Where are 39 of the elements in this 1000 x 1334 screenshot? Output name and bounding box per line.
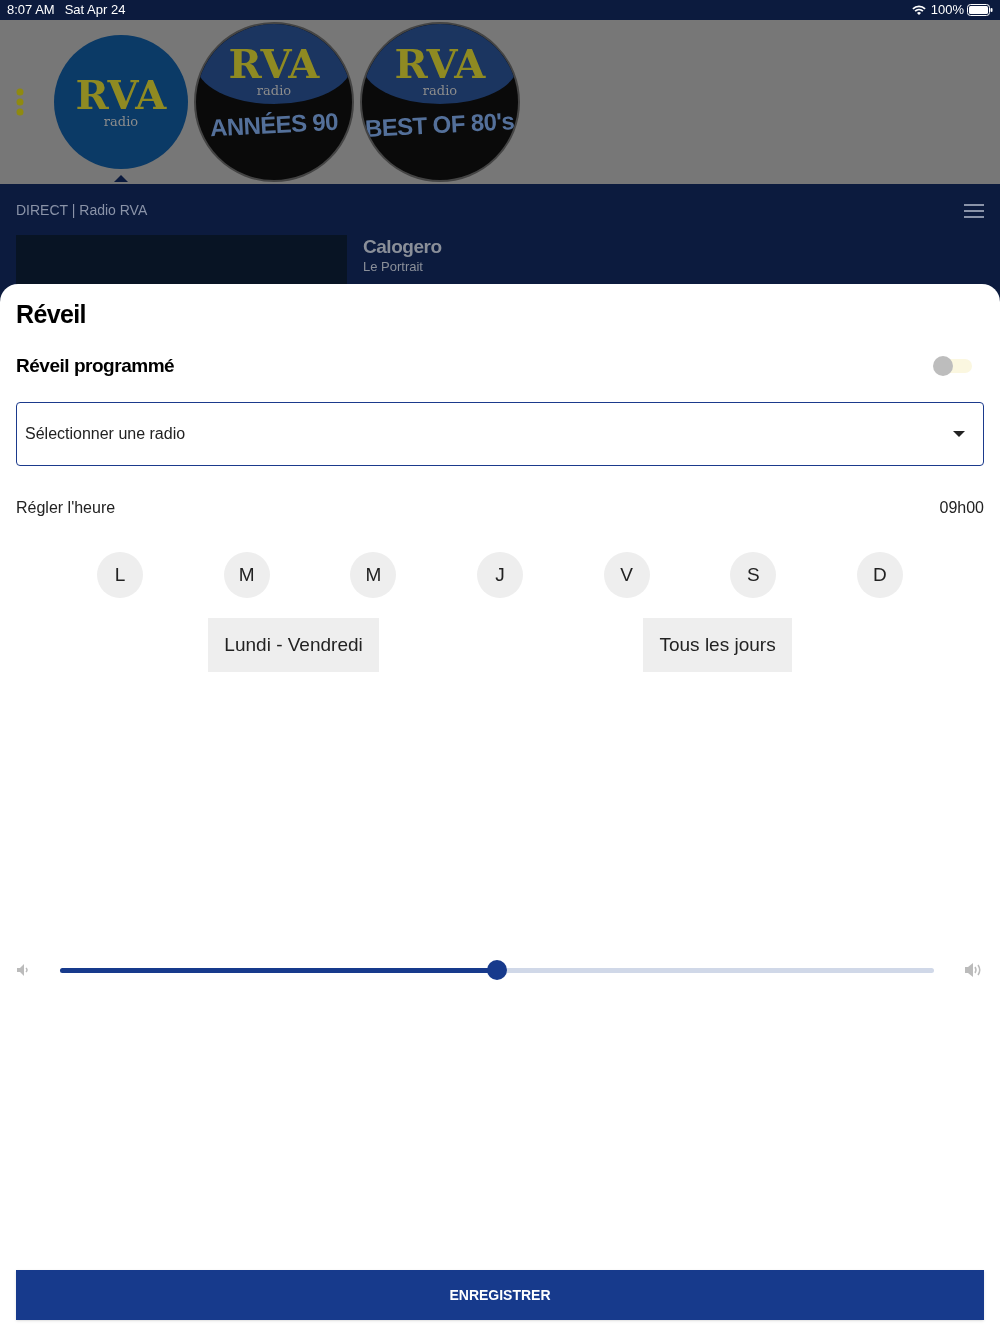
logo-brand: RVA — [228, 44, 320, 84]
logo-sub: radio — [422, 84, 458, 98]
battery-percent: 100% — [930, 1, 964, 20]
station-logo[interactable]: RVA radio ANNÉES 90 — [194, 22, 354, 182]
day-toggle[interactable]: V — [603, 552, 650, 598]
menu-icon[interactable] — [964, 203, 984, 218]
logo-name: ANNÉES 90 — [209, 108, 339, 142]
sheet-title: Réveil — [16, 299, 87, 330]
day-toggle[interactable]: M — [350, 552, 397, 598]
track-name: Le Portrait — [363, 259, 424, 274]
radio-select[interactable]: Sélectionner une radio — [16, 402, 984, 466]
battery-icon — [967, 4, 993, 16]
station-logo[interactable]: RVA radio — [54, 35, 188, 169]
day-toggle[interactable]: S — [730, 552, 777, 598]
day-toggle[interactable]: J — [476, 552, 523, 598]
artist-name: Calogero — [363, 235, 442, 259]
logo-brand: RVA — [75, 75, 167, 115]
volume-low-icon — [16, 963, 30, 977]
logo-sub: radio — [103, 115, 139, 129]
player-title: DIRECT | Radio RVA — [16, 201, 148, 220]
status-date: Sat Apr 24 — [64, 1, 126, 20]
time-value[interactable]: 09h00 — [939, 496, 984, 520]
day-toggle[interactable]: D — [856, 552, 903, 598]
day-toggle[interactable]: L — [97, 552, 143, 598]
wifi-icon — [911, 4, 926, 16]
station-logo[interactable]: RVA radio BEST OF 80's — [360, 22, 520, 182]
day-toggle[interactable]: M — [223, 552, 270, 598]
logo-name: BEST OF 80's — [364, 108, 516, 142]
logo-brand: RVA — [394, 44, 486, 84]
alarm-toggle[interactable] — [932, 354, 974, 377]
time-label: Régler l'heure — [16, 498, 116, 518]
save-button[interactable]: ENREGISTRER — [16, 1270, 984, 1320]
preset-button[interactable]: Lundi - Vendredi — [208, 618, 379, 672]
alarm-label: Réveil programmé — [16, 353, 175, 378]
preset-button[interactable]: Tous les jours — [643, 618, 792, 672]
caret-icon — [953, 431, 965, 437]
status-time: 8:07 AM — [7, 1, 55, 20]
slider-thumb[interactable] — [487, 960, 507, 980]
logo-sub: radio — [256, 84, 292, 98]
